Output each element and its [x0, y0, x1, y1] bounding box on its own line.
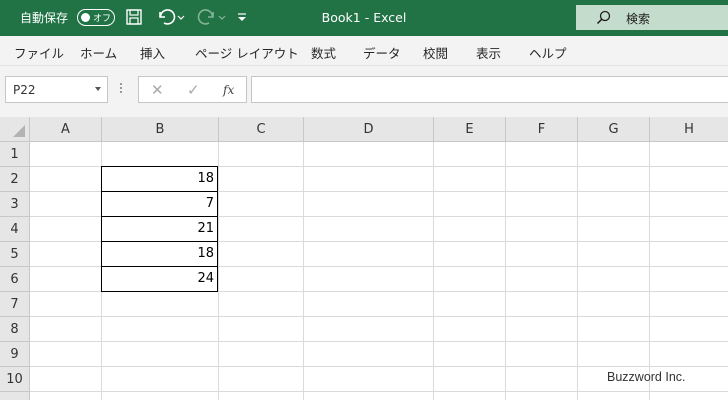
gridline [30, 341, 728, 342]
column-header-a[interactable]: A [30, 117, 102, 142]
autosave-label: 自動保存 [20, 11, 69, 25]
cell-b3[interactable]: 7 [101, 192, 218, 217]
formula-bar: P22 ✕ ✓ fx [0, 66, 728, 117]
column-header-c[interactable]: C [219, 117, 304, 142]
drag-handle-icon[interactable] [120, 83, 123, 95]
redo-icon[interactable] [197, 8, 217, 28]
worksheet-grid[interactable]: A B C D E F G H 1 2 3 4 5 6 7 8 9 10 18 … [0, 117, 728, 400]
menu-help[interactable]: ヘルプ [529, 43, 567, 62]
watermark: Buzzword Inc. [607, 370, 686, 384]
menu-file[interactable]: ファイル [14, 43, 64, 62]
gridline [505, 142, 506, 400]
menu-insert[interactable]: 挿入 [140, 43, 165, 62]
menu-review[interactable]: 校閲 [423, 43, 448, 62]
menu-data[interactable]: データ [363, 43, 401, 62]
cell-b5[interactable]: 18 [101, 242, 218, 267]
row-header-11[interactable] [0, 392, 30, 400]
row-header-9[interactable]: 9 [0, 342, 30, 367]
autosave-toggle[interactable]: オフ [77, 9, 115, 26]
row-header-7[interactable]: 7 [0, 292, 30, 317]
customize-icon[interactable] [235, 8, 249, 28]
menu-view[interactable]: 表示 [476, 43, 501, 62]
row-header-3[interactable]: 3 [0, 192, 30, 217]
menu-home[interactable]: ホーム [80, 43, 117, 62]
gridline [30, 316, 728, 317]
select-all-button[interactable] [0, 117, 30, 142]
gridline [433, 142, 434, 400]
row-header-4[interactable]: 4 [0, 217, 30, 242]
name-box[interactable]: P22 [5, 76, 108, 103]
search-box[interactable]: 検索 [576, 5, 728, 30]
gridline [30, 366, 728, 367]
chevron-down-icon[interactable] [176, 8, 186, 28]
toggle-state-label: オフ [93, 14, 112, 24]
insert-function-icon[interactable]: fx [223, 83, 234, 97]
menu-page-layout[interactable]: ページ レイアウト [195, 43, 299, 62]
name-box-value: P22 [13, 83, 36, 97]
gridline [218, 142, 219, 400]
select-all-icon [13, 125, 25, 137]
formula-buttons: ✕ ✓ fx [138, 76, 247, 103]
row-header-5[interactable]: 5 [0, 242, 30, 267]
menu-formulas[interactable]: 数式 [311, 43, 336, 62]
chevron-down-icon[interactable] [95, 87, 101, 91]
chevron-down-icon[interactable] [217, 8, 227, 28]
check-icon[interactable]: ✓ [187, 81, 200, 99]
row-header-2[interactable]: 2 [0, 167, 30, 192]
column-header-h[interactable]: H [650, 117, 728, 142]
row-header-8[interactable]: 8 [0, 317, 30, 342]
row-header-1[interactable]: 1 [0, 142, 30, 167]
gridline [303, 142, 304, 400]
save-icon[interactable] [125, 8, 145, 28]
column-header-b[interactable]: B [102, 117, 219, 142]
cell-b4[interactable]: 21 [101, 217, 218, 242]
gridline [30, 391, 728, 392]
column-header-f[interactable]: F [506, 117, 578, 142]
cell-b2[interactable]: 18 [101, 166, 218, 192]
search-icon [596, 10, 611, 25]
row-header-10[interactable]: 10 [0, 367, 30, 392]
toggle-knob [81, 12, 90, 22]
search-label: 検索 [626, 12, 651, 26]
column-header-d[interactable]: D [304, 117, 434, 142]
gridline [649, 142, 650, 400]
column-header-g[interactable]: G [578, 117, 650, 142]
cancel-icon[interactable]: ✕ [151, 81, 164, 99]
cell-b6[interactable]: 24 [101, 267, 218, 292]
menu-bar: ファイル ホーム 挿入 ページ レイアウト 数式 データ 校閲 表示 ヘルプ [0, 36, 728, 66]
row-header-6[interactable]: 6 [0, 267, 30, 292]
formula-input[interactable] [251, 76, 728, 103]
gridline [577, 142, 578, 400]
title-bar: 自動保存 オフ Book1 - Excel 検索 [0, 0, 728, 36]
column-header-e[interactable]: E [434, 117, 506, 142]
undo-icon[interactable] [156, 8, 176, 28]
